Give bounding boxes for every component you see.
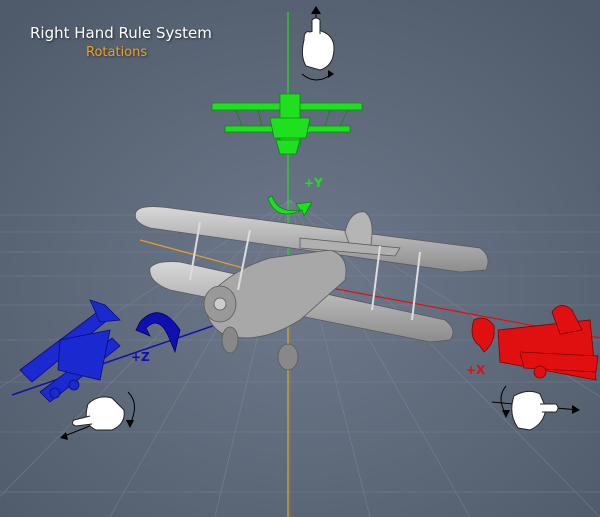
diagram-title: Right Hand Rule System	[30, 24, 212, 42]
diagram-subtitle: Rotations	[86, 45, 148, 60]
viewport: Right Hand Rule System Rotations +Y +Z +…	[0, 0, 600, 517]
x-axis-label: +X	[466, 363, 486, 377]
z-axis-label: +Z	[131, 350, 150, 364]
y-axis-label: +Y	[304, 176, 323, 190]
scene-canvas	[0, 0, 600, 517]
